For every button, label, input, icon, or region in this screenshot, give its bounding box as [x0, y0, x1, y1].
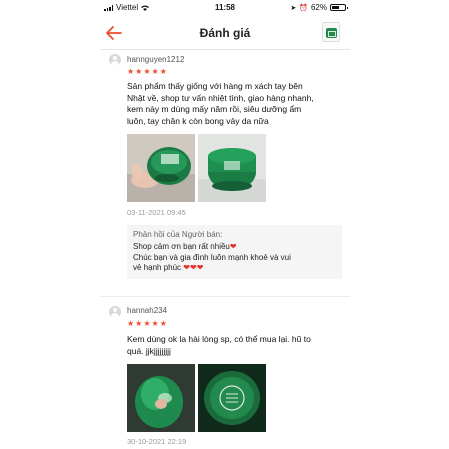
- review-text-line: quá. jjkjjjjjjjjj: [127, 345, 171, 356]
- star-icon: ★: [127, 319, 135, 328]
- product-thumbnail[interactable]: [322, 22, 340, 42]
- heart-icon: ❤: [183, 263, 190, 272]
- page-title: Đánh giá: [199, 26, 251, 40]
- seller-reply: Phản hồi của Người bán: Shop cảm ơn bạn …: [127, 225, 342, 279]
- review-text-line: luôn, tay chân k còn bong vảy da nữa: [127, 115, 269, 126]
- review-text-line: Nhật về, shop tư vấn nhiệt tình, giao hà…: [127, 92, 314, 103]
- star-icon: ★: [151, 319, 159, 328]
- review-text-line: kem này m dùng mấy năm rồi, siêu dưỡng ẩ…: [127, 104, 302, 114]
- alarm-icon: ⏰: [299, 4, 308, 12]
- seller-reply-line: Chúc bạn và gia đình luôn mạnh khoẻ và v…: [133, 252, 291, 262]
- seller-reply-text: Shop cảm ơn bạn rất nhiều❤ Chúc bạn và g…: [133, 242, 336, 274]
- seller-reply-line: Shop cảm ơn bạn rất nhiều: [133, 242, 230, 251]
- product-jar-icon: [326, 28, 337, 38]
- review-username[interactable]: hannguyen1212: [127, 55, 184, 64]
- star-icon: ★: [135, 319, 143, 328]
- review-photo[interactable]: [127, 364, 195, 432]
- review-text: Sản phẩm thấy giống với hàng m xách tay …: [127, 81, 345, 127]
- star-icon: ★: [159, 319, 167, 328]
- divider: [100, 296, 350, 297]
- star-rating: ★ ★ ★ ★ ★: [127, 320, 167, 328]
- seller-reply-line: vẻ hạnh phúc: [133, 263, 182, 272]
- status-bar: Viettel 11:58 ➤ ⏰ 62%: [100, 0, 350, 14]
- avatar[interactable]: [109, 306, 121, 318]
- star-icon: ★: [143, 319, 151, 328]
- review-text: Kem dùng ok la hài lòng sp, có thể mua l…: [127, 334, 345, 357]
- review-photo[interactable]: [198, 364, 266, 432]
- review-date: 30-10-2021 22:19: [127, 437, 187, 446]
- heart-icon: ❤: [189, 263, 197, 272]
- battery-fill: [332, 6, 340, 9]
- battery-icon: [330, 4, 348, 11]
- star-icon: ★: [127, 67, 135, 76]
- review-item: hannah234 ★ ★ ★ ★ ★ Kem dùng ok la hài l…: [100, 301, 350, 449]
- heart-icon: ❤: [229, 242, 237, 251]
- star-rating: ★ ★ ★ ★ ★: [127, 68, 167, 76]
- review-username[interactable]: hannah234: [127, 306, 167, 315]
- review-text-line: Sản phẩm thấy giống với hàng m xách tay …: [127, 81, 303, 91]
- location-icon: ➤: [290, 4, 297, 12]
- star-icon: ★: [151, 67, 159, 76]
- review-item: hannguyen1212 ★ ★ ★ ★ ★ Sản phẩm thấy gi…: [100, 50, 350, 285]
- star-icon: ★: [135, 67, 143, 76]
- seller-reply-title: Phản hồi của Người bán:: [133, 230, 223, 239]
- review-text-line: Kem dùng ok la hài lòng sp, có thể mua l…: [127, 334, 311, 344]
- heart-icon: ❤: [196, 263, 204, 272]
- page-header: Đánh giá: [100, 16, 350, 50]
- star-icon: ★: [159, 67, 167, 76]
- review-photo[interactable]: [127, 134, 195, 202]
- review-photo[interactable]: [198, 134, 266, 202]
- avatar[interactable]: [109, 54, 121, 66]
- battery-percent: 62%: [310, 3, 327, 12]
- status-right: ➤ ⏰ 62%: [290, 3, 348, 12]
- phone-screen: Viettel 11:58 ➤ ⏰ 62% Đánh giá hannguyen…: [100, 0, 350, 449]
- review-date: 03-11-2021 09:45: [127, 208, 186, 217]
- star-icon: ★: [143, 67, 151, 76]
